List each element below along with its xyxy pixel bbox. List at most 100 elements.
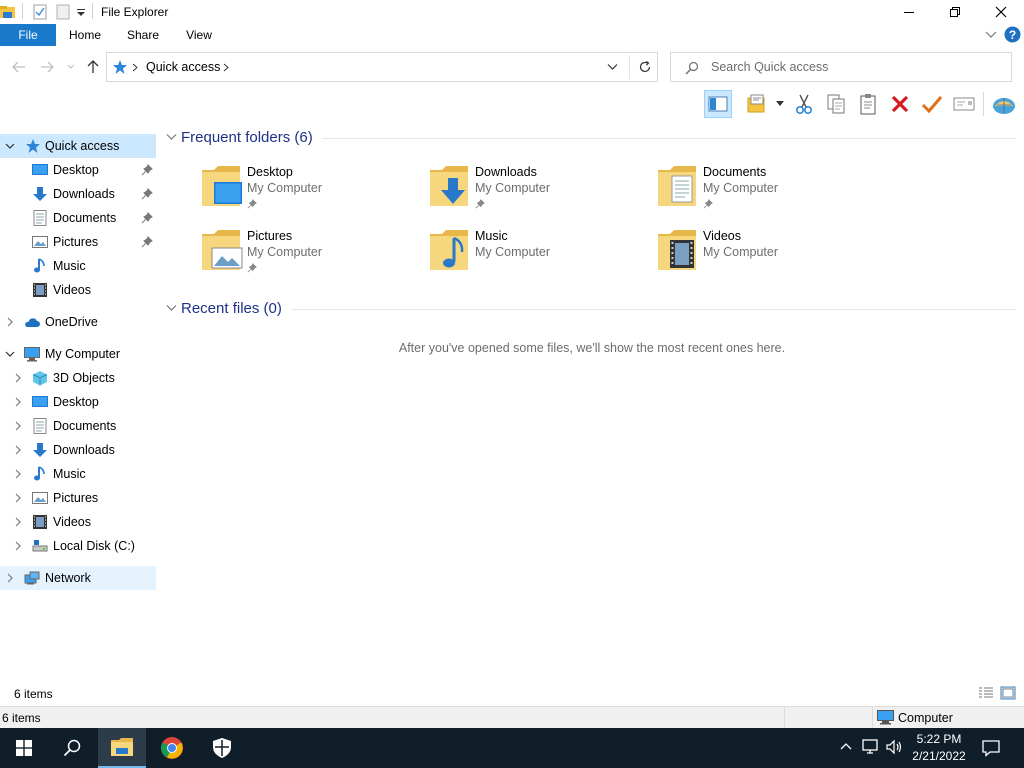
file-explorer-icon [111,738,133,756]
nav-label: Desktop [53,163,99,177]
forward-button[interactable] [38,58,56,76]
music-icon [34,466,45,481]
nav-quick-downloads[interactable]: Downloads [0,182,156,206]
chevron-right-icon [7,573,13,583]
computer-zone-label: Computer [898,711,953,725]
properties-icon[interactable] [742,90,770,118]
folder-tile-desktop[interactable]: Desktop My Computer [200,162,420,218]
nav-computer-music[interactable]: Music [0,462,156,486]
minimize-icon [904,12,914,13]
copy-icon[interactable] [822,90,850,118]
details-view-icon[interactable] [978,686,994,700]
pin-icon [247,199,257,209]
folder-tile-documents[interactable]: Documents My Computer [656,162,876,218]
nav-computer-videos[interactable]: Videos [0,510,156,534]
breadcrumb-separator-icon[interactable] [132,63,138,72]
help-icon[interactable]: ? [1004,26,1021,43]
internet-globe-icon[interactable] [990,90,1018,118]
pin-icon [141,188,153,200]
search-input[interactable]: Search Quick access [670,52,1012,82]
nav-3d-objects[interactable]: 3D Objects [0,366,156,390]
nav-quick-desktop[interactable]: Desktop [0,158,156,182]
nav-computer-documents[interactable]: Documents [0,414,156,438]
paste-icon[interactable] [854,90,882,118]
chevron-right-icon [15,469,21,479]
nav-quick-videos[interactable]: Videos [0,278,156,302]
folder-tile-downloads[interactable]: Downloads My Computer [428,162,648,218]
show-hidden-icons-chevron-icon[interactable] [840,742,852,750]
nav-computer-pictures[interactable]: Pictures [0,486,156,510]
nav-my-computer[interactable]: My Computer [0,342,156,366]
nav-computer-desktop[interactable]: Desktop [0,390,156,414]
start-button[interactable] [0,728,48,768]
nav-label: Documents [53,419,117,433]
taskbar-file-explorer[interactable] [98,728,146,768]
toolbar-separator [983,92,984,116]
nav-local-disk[interactable]: Local Disk (C:) [0,534,156,558]
nav-quick-pictures[interactable]: Pictures [0,230,156,254]
minimize-button[interactable] [886,0,932,24]
up-button[interactable] [84,58,102,76]
nav-label: Downloads [53,443,115,457]
refresh-icon[interactable] [638,60,652,74]
folder-tile-music[interactable]: Music My Computer [428,226,648,282]
tab-share[interactable]: Share [118,24,168,46]
title-separator [92,3,93,19]
nav-network[interactable]: Network [0,566,156,590]
action-center-icon[interactable] [982,739,1000,757]
chevron-right-icon [15,373,21,383]
search-taskbar-button[interactable] [48,728,96,768]
taskbar-chrome[interactable] [148,728,196,768]
breadcrumb-quick-access[interactable]: Quick access [146,60,220,74]
pin-icon [247,263,257,273]
folder-location: My Computer [475,245,551,259]
explorer-app-icon[interactable] [0,4,16,20]
nav-onedrive[interactable]: OneDrive [0,310,156,334]
folder-name: Pictures [247,229,293,243]
downloads-folder-icon [430,166,468,206]
pictures-icon [32,492,48,504]
close-button[interactable] [978,0,1024,24]
chevron-down-icon [166,305,177,311]
rename-checkmark-icon[interactable] [918,90,946,118]
volume-icon[interactable] [886,739,904,755]
delete-icon[interactable] [886,90,914,118]
chevron-down-icon [166,134,177,140]
navigation-pane-icon[interactable] [704,90,732,118]
desktop-icon [32,396,48,407]
properties-quick-icon[interactable] [33,4,47,20]
customize-quick-access-icon[interactable] [76,8,86,18]
back-arrow-icon [12,61,25,73]
restore-button[interactable] [932,0,978,24]
address-dropdown-chevron-icon[interactable] [607,63,618,71]
recent-files-header[interactable]: Recent files (0) [166,299,1016,319]
tab-home[interactable]: Home [60,24,110,46]
command-toolbar [700,88,1024,118]
chevron-right-icon [15,517,21,527]
address-bar[interactable]: Quick access [106,52,658,82]
nav-quick-documents[interactable]: Documents [0,206,156,230]
nav-label: Quick access [45,139,120,153]
tab-file[interactable]: File [0,24,56,46]
back-button[interactable] [10,58,28,76]
large-icons-view-icon[interactable] [1000,686,1016,700]
taskbar-windows-security[interactable] [198,728,246,768]
network-tray-icon[interactable] [862,739,880,755]
onedrive-cloud-icon [25,318,40,327]
properties-dropdown-icon[interactable] [776,101,784,106]
folder-tile-pictures[interactable]: Pictures My Computer [200,226,420,282]
frequent-folders-header[interactable]: Frequent folders (6) [166,128,1016,148]
nav-computer-downloads[interactable]: Downloads [0,438,156,462]
cut-icon[interactable] [790,90,818,118]
email-icon[interactable] [950,90,978,118]
folder-tile-videos[interactable]: Videos My Computer [656,226,876,282]
expand-ribbon-chevron-icon[interactable] [985,30,997,40]
new-folder-quick-icon[interactable] [56,4,70,20]
nav-quick-music[interactable]: Music [0,254,156,278]
nav-quick-access[interactable]: Quick access [0,134,156,158]
breadcrumb-separator-icon[interactable] [223,63,229,72]
tab-view[interactable]: View [176,24,222,46]
bottom-items-count: 6 items [2,711,41,725]
recent-locations-button[interactable] [62,58,80,76]
taskbar-clock[interactable]: 5:22 PM 2/21/2022 [906,731,972,765]
